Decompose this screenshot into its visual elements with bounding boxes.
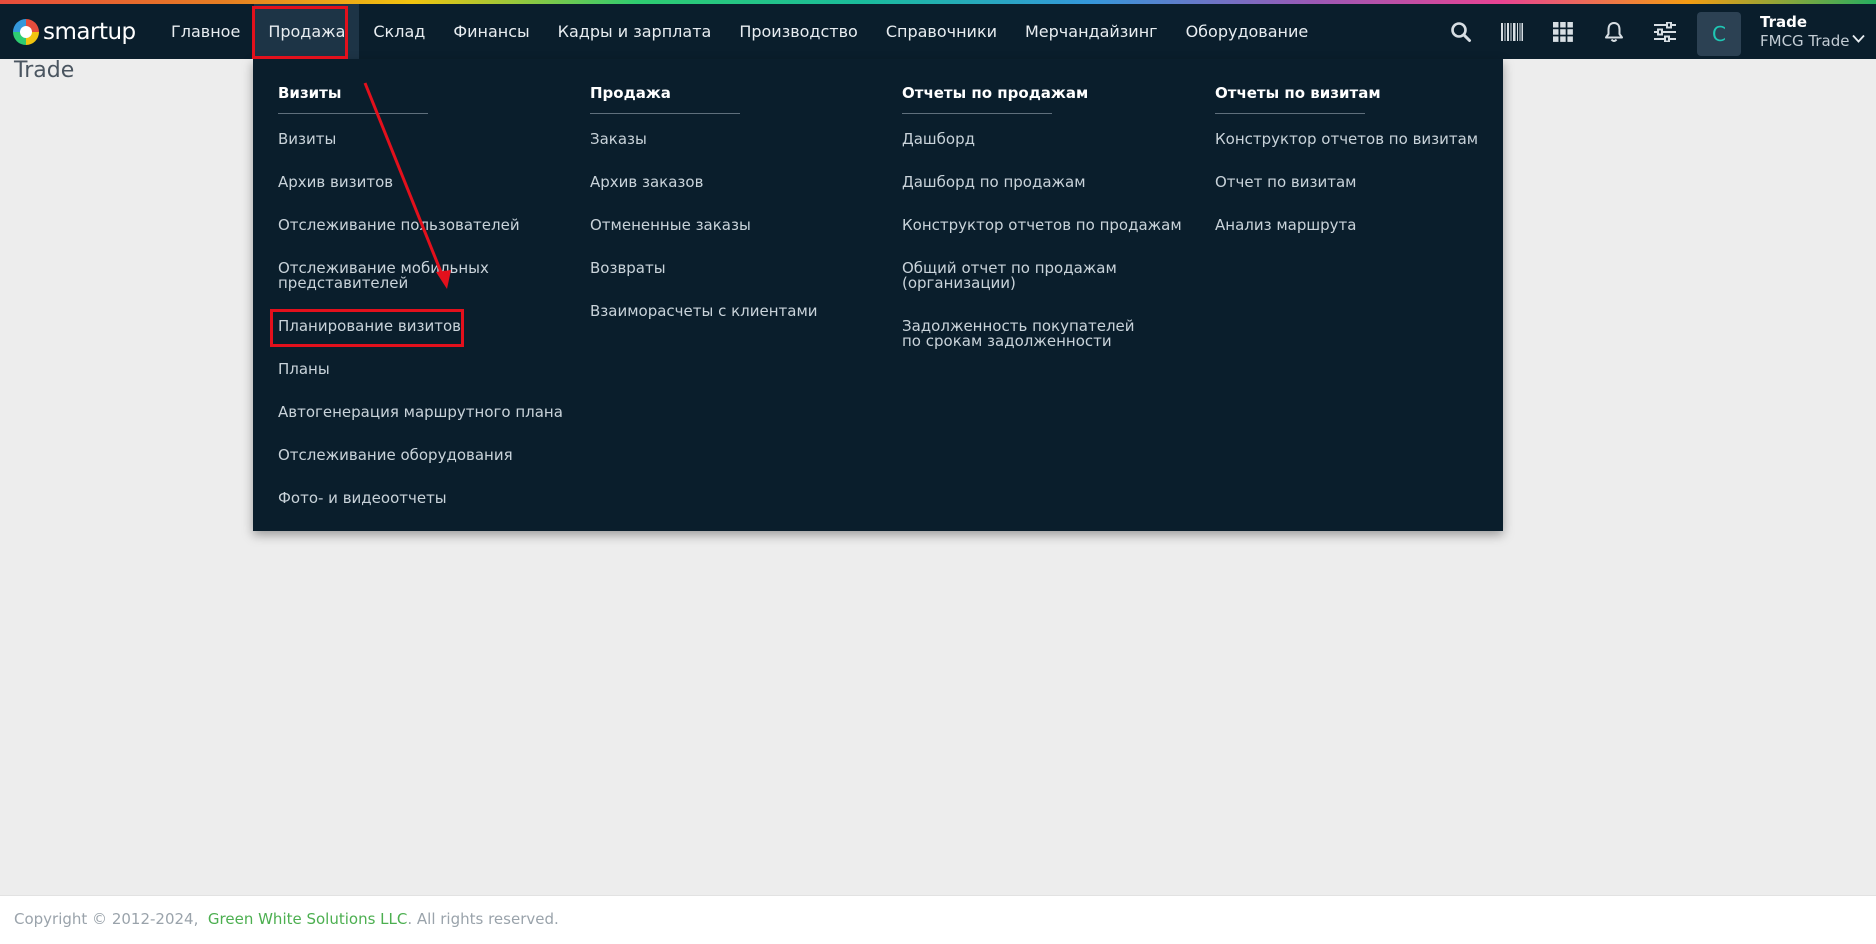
bell-icon[interactable] bbox=[1599, 17, 1629, 47]
menu-item-plans[interactable]: Планы bbox=[278, 362, 568, 377]
menu-item-dashboard[interactable]: Дашборд bbox=[902, 132, 1192, 147]
menu-item-visit-report-builder[interactable]: Конструктор отчетов по визитам bbox=[1215, 132, 1505, 147]
menu-item-orders-archive[interactable]: Архив заказов bbox=[590, 175, 880, 190]
menu-item-sales-dashboard[interactable]: Дашборд по продажам bbox=[902, 175, 1192, 190]
menu-column-heading: Визиты bbox=[278, 84, 428, 114]
menu-column-heading: Отчеты по визитам bbox=[1215, 84, 1381, 114]
menu-column-visit-reports: Отчеты по визитам Конструктор отчетов по… bbox=[1215, 83, 1505, 261]
page-title: Trade bbox=[14, 58, 75, 83]
footer: Copyright © 2012-2024, Green White Solut… bbox=[0, 895, 1876, 944]
nav-item-finance[interactable]: Финансы bbox=[439, 4, 543, 59]
nav-item-hr-payroll[interactable]: Кадры и зарплата bbox=[544, 4, 726, 59]
logo[interactable]: smartup bbox=[13, 16, 136, 48]
menu-item-client-settlements[interactable]: Взаиморасчеты с клиентами bbox=[590, 304, 880, 319]
menu-item-user-tracking[interactable]: Отслеживание пользователей bbox=[278, 218, 568, 233]
menu-item-visit-report[interactable]: Отчет по визитам bbox=[1215, 175, 1505, 190]
chevron-down-icon[interactable] bbox=[1852, 32, 1865, 45]
sales-mega-menu: Визиты Визиты Архив визитов Отслеживание… bbox=[253, 59, 1503, 531]
menu-item-general-sales-report[interactable]: Общий отчет по продажам (организации) bbox=[902, 261, 1132, 291]
search-icon[interactable] bbox=[1446, 17, 1476, 47]
company-switcher[interactable]: Trade FMCG Trade bbox=[1760, 13, 1850, 51]
nav-item-production[interactable]: Производство bbox=[725, 4, 872, 59]
menu-item-visits[interactable]: Визиты bbox=[278, 132, 568, 147]
menu-item-route-analysis[interactable]: Анализ маршрута bbox=[1215, 218, 1505, 233]
avatar[interactable]: С bbox=[1697, 12, 1741, 56]
nav-item-main[interactable]: Главное bbox=[157, 4, 254, 59]
menu-column-heading: Отчеты по продажам bbox=[902, 84, 1088, 114]
top-navbar: smartup Главное Продажа Склад Финансы Ка… bbox=[0, 4, 1876, 59]
menu-item-route-autogeneration[interactable]: Автогенерация маршрутного плана bbox=[278, 405, 568, 420]
apps-grid-icon[interactable] bbox=[1548, 17, 1578, 47]
nav-item-references[interactable]: Справочники bbox=[872, 4, 1011, 59]
menu-item-customer-debt-aging[interactable]: Задолженность покупателей по срокам задо… bbox=[902, 319, 1152, 349]
footer-copyright: Copyright © 2012-2024, Green White Solut… bbox=[14, 910, 559, 928]
menu-item-returns[interactable]: Возвраты bbox=[590, 261, 880, 276]
menu-column-heading: Продажа bbox=[590, 84, 740, 114]
logo-icon bbox=[13, 19, 39, 45]
company-name: Trade bbox=[1760, 13, 1808, 31]
menu-item-orders[interactable]: Заказы bbox=[590, 132, 880, 147]
barcode-icon[interactable] bbox=[1497, 17, 1527, 47]
menu-column-sales: Продажа Заказы Архив заказов Отмененные … bbox=[590, 83, 880, 347]
nav-item-equipment[interactable]: Оборудование bbox=[1172, 4, 1323, 59]
menu-item-sales-report-builder[interactable]: Конструктор отчетов по продажам bbox=[902, 218, 1192, 233]
menu-item-cancelled-orders[interactable]: Отмененные заказы bbox=[590, 218, 880, 233]
copyright-text: Copyright © 2012-2024, bbox=[14, 910, 199, 928]
nav-item-warehouse[interactable]: Склад bbox=[359, 4, 439, 59]
company-subtitle: FMCG Trade bbox=[1760, 32, 1850, 50]
main-nav: Главное Продажа Склад Финансы Кадры и за… bbox=[157, 4, 1322, 59]
rights-text: . All rights reserved. bbox=[407, 910, 559, 928]
nav-item-sales[interactable]: Продажа bbox=[254, 4, 360, 59]
nav-item-merchandising[interactable]: Мерчандайзинг bbox=[1011, 4, 1172, 59]
menu-item-mobile-reps-tracking[interactable]: Отслеживание мобильных представителей bbox=[278, 261, 518, 291]
menu-item-photo-video-reports[interactable]: Фото- и видеоотчеты bbox=[278, 491, 568, 506]
menu-column-sales-reports: Отчеты по продажам Дашборд Дашборд по пр… bbox=[902, 83, 1192, 377]
menu-column-visits: Визиты Визиты Архив визитов Отслеживание… bbox=[278, 83, 568, 534]
menu-item-visits-archive[interactable]: Архив визитов bbox=[278, 175, 568, 190]
menu-item-visit-planning[interactable]: Планирование визитов bbox=[278, 319, 568, 334]
company-link[interactable]: Green White Solutions LLC bbox=[208, 910, 407, 928]
menu-item-equipment-tracking[interactable]: Отслеживание оборудования bbox=[278, 448, 568, 463]
logo-text: smartup bbox=[43, 19, 136, 45]
settings-sliders-icon[interactable] bbox=[1650, 17, 1680, 47]
